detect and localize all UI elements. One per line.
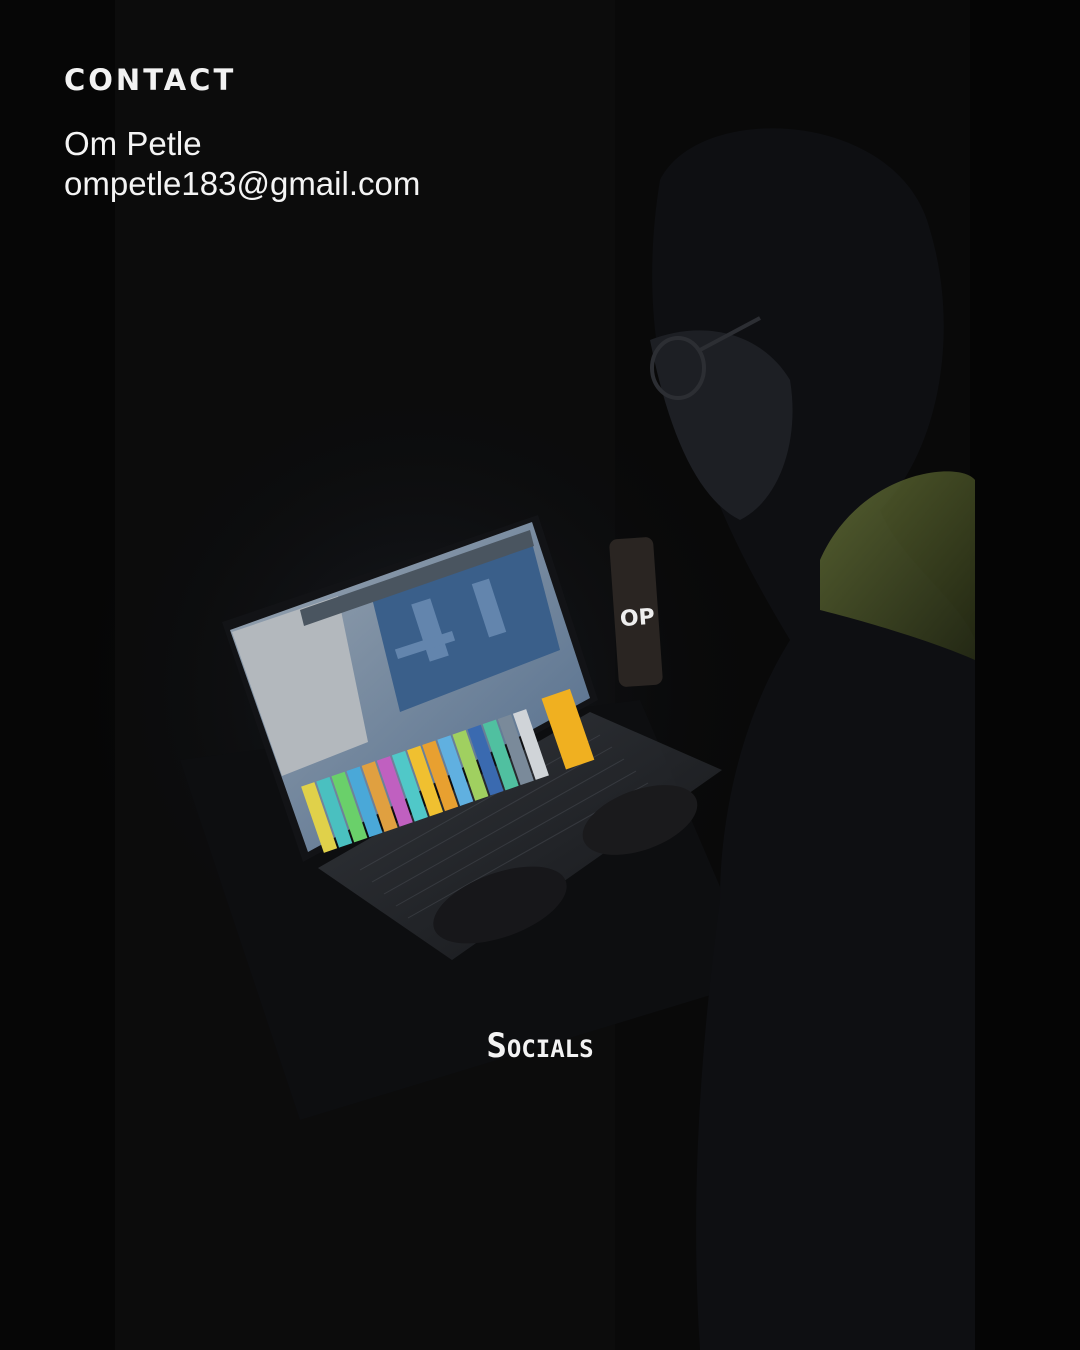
- contact-section: CONTACT Om Petle ompetle183@gmail.com: [64, 62, 420, 204]
- socials-link[interactable]: Socials: [0, 1026, 1080, 1066]
- contact-heading: CONTACT: [64, 63, 237, 97]
- contact-email-link[interactable]: ompetle183@gmail.com: [64, 164, 420, 204]
- contact-page: OP CONTACT Om Petle ompetle183@gmail.com…: [0, 0, 1080, 1350]
- svg-text:OP: OP: [619, 605, 655, 632]
- contact-name: Om Petle: [64, 125, 202, 162]
